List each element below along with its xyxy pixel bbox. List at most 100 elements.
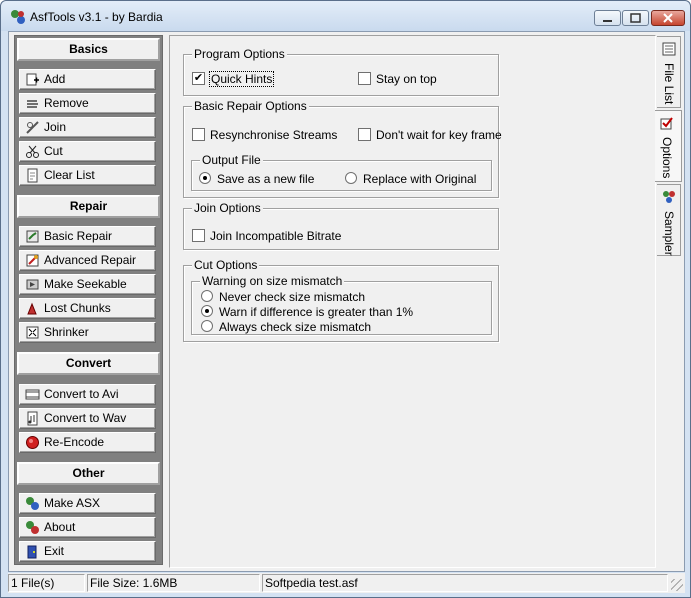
add-label: Add [44,72,66,86]
close-icon [663,13,673,23]
shrinker-label: Shrinker [44,325,89,339]
cut-icon [26,145,39,158]
basic-repair-label: Basic Repair [44,229,113,243]
no-wait-label: Don't wait for key frame [376,128,502,142]
replace-original-radio-dot [345,172,357,184]
replace-original-label: Replace with Original [363,172,477,186]
avi-icon [25,389,40,400]
sidebar: Basics Add Remove Join Cut Clear List Re… [14,35,163,565]
convert-to-wav-label: Convert to Wav [44,411,127,425]
stay-on-top-checkbox[interactable]: Stay on top [358,72,437,86]
shrinker-button[interactable]: Shrinker [19,322,156,343]
cut-button[interactable]: Cut [19,141,156,162]
join-options-label: Join Options [192,201,263,215]
always-check-radio[interactable]: Always check size mismatch [201,320,371,334]
sampler-icon [663,191,675,203]
clear-list-icon [27,168,38,183]
stay-on-top-label: Stay on top [376,72,437,86]
tab-sampler-label: Sampler [662,211,676,256]
save-as-new-radio-dot [199,172,211,184]
convert-to-avi-button[interactable]: Convert to Avi [19,384,156,405]
tab-options-label: Options [660,137,674,179]
advanced-repair-button[interactable]: Advanced Repair [19,250,156,271]
join-incompatible-checkbox[interactable]: Join Incompatible Bitrate [192,229,341,243]
re-encode-icon [26,436,39,449]
add-button[interactable]: Add [19,69,156,90]
wav-icon [27,411,38,426]
warn-difference-radio-dot [201,305,213,317]
warn-difference-label: Warn if difference is greater than 1% [219,305,414,319]
tab-file-list[interactable]: File List [657,36,681,108]
advanced-repair-icon [26,254,39,267]
save-as-new-radio[interactable]: Save as a new file [199,172,314,186]
never-check-radio-dot [201,290,213,302]
basic-repair-options-group: Basic Repair Options Resynchronise Strea… [183,99,502,198]
make-seekable-label: Make Seekable [44,277,127,291]
make-asx-button[interactable]: Make ASX [19,493,156,514]
client-area: Basics Add Remove Join Cut Clear List Re… [8,31,685,572]
exit-label: Exit [44,544,65,558]
title-bar: AsfTools v3.1 - by Bardia [1,1,690,31]
about-button[interactable]: About [19,517,156,538]
never-check-radio[interactable]: Never check size mismatch [201,290,365,304]
minimize-button[interactable] [594,10,621,26]
resize-grip[interactable] [671,579,683,591]
clear-list-button[interactable]: Clear List [19,165,156,186]
quick-hints-label: Quick Hints [208,71,275,87]
no-wait-key-frame-checkbox[interactable]: Don't wait for key frame [358,128,502,142]
tab-sampler[interactable]: Sampler [657,184,681,256]
cut-label: Cut [44,144,63,158]
make-seekable-button[interactable]: Make Seekable [19,274,156,295]
stay-on-top-box [358,72,371,85]
join-icon [26,121,39,134]
join-label: Join [44,120,67,134]
warn-difference-radio[interactable]: Warn if difference is greater than 1% [201,305,413,319]
basic-repair-button[interactable]: Basic Repair [19,226,156,247]
section-header-convert: Convert [17,352,160,375]
quick-hints-checkbox[interactable]: ✔ Quick Hints [192,71,275,87]
status-file-name: Softpedia test.asf [262,574,668,592]
exit-button[interactable]: Exit [19,541,156,562]
remove-icon [27,100,38,108]
options-panel: Program Options ✔ Quick Hints Stay on to… [169,35,656,568]
section-header-basics: Basics [17,38,160,61]
output-file-label: Output File [200,153,263,167]
maximize-button[interactable] [622,10,649,26]
output-file-group: Output File Save as a new file Replace w… [191,153,492,191]
lost-chunks-button[interactable]: Lost Chunks [19,298,156,319]
about-label: About [44,520,76,534]
status-bar: 1 File(s) File Size: 1.6MB Softpedia tes… [8,573,685,593]
asx-icon [26,497,39,510]
resync-box [192,128,205,141]
status-file-size: File Size: 1.6MB [87,574,260,592]
basic-repair-options-label: Basic Repair Options [192,99,309,113]
resync-streams-checkbox[interactable]: Resynchronise Streams [192,128,337,142]
clear-list-label: Clear List [44,168,95,182]
minimize-icon [603,20,612,22]
options-icon [660,117,673,130]
join-options-group: Join Options Join Incompatible Bitrate [183,201,499,250]
close-button[interactable] [651,10,685,26]
size-mismatch-group: Warning on size mismatch Never check siz… [191,274,492,335]
join-button[interactable]: Join [19,117,156,138]
section-header-other: Other [17,462,160,485]
re-encode-button[interactable]: Re-Encode [19,432,156,453]
status-file-count: 1 File(s) [8,574,85,592]
cut-options-label: Cut Options [192,258,260,272]
convert-to-wav-button[interactable]: Convert to Wav [19,408,156,429]
program-options-group: Program Options ✔ Quick Hints Stay on to… [183,47,499,96]
always-check-radio-dot [201,320,213,332]
remove-button[interactable]: Remove [19,93,156,114]
replace-original-radio[interactable]: Replace with Original [345,172,476,186]
join-incompatible-box [192,229,205,242]
remove-label: Remove [44,96,89,110]
program-options-label: Program Options [192,47,287,61]
basic-repair-icon [26,230,39,243]
vertical-tab-strip: File List Options Sampler [655,36,682,276]
quick-hints-check-icon: ✔ [192,72,205,85]
tab-options[interactable]: Options [655,110,682,182]
advanced-repair-label: Advanced Repair [44,253,137,267]
always-check-label: Always check size mismatch [219,320,372,334]
file-list-icon [662,42,676,56]
join-incompatible-label: Join Incompatible Bitrate [210,229,342,243]
